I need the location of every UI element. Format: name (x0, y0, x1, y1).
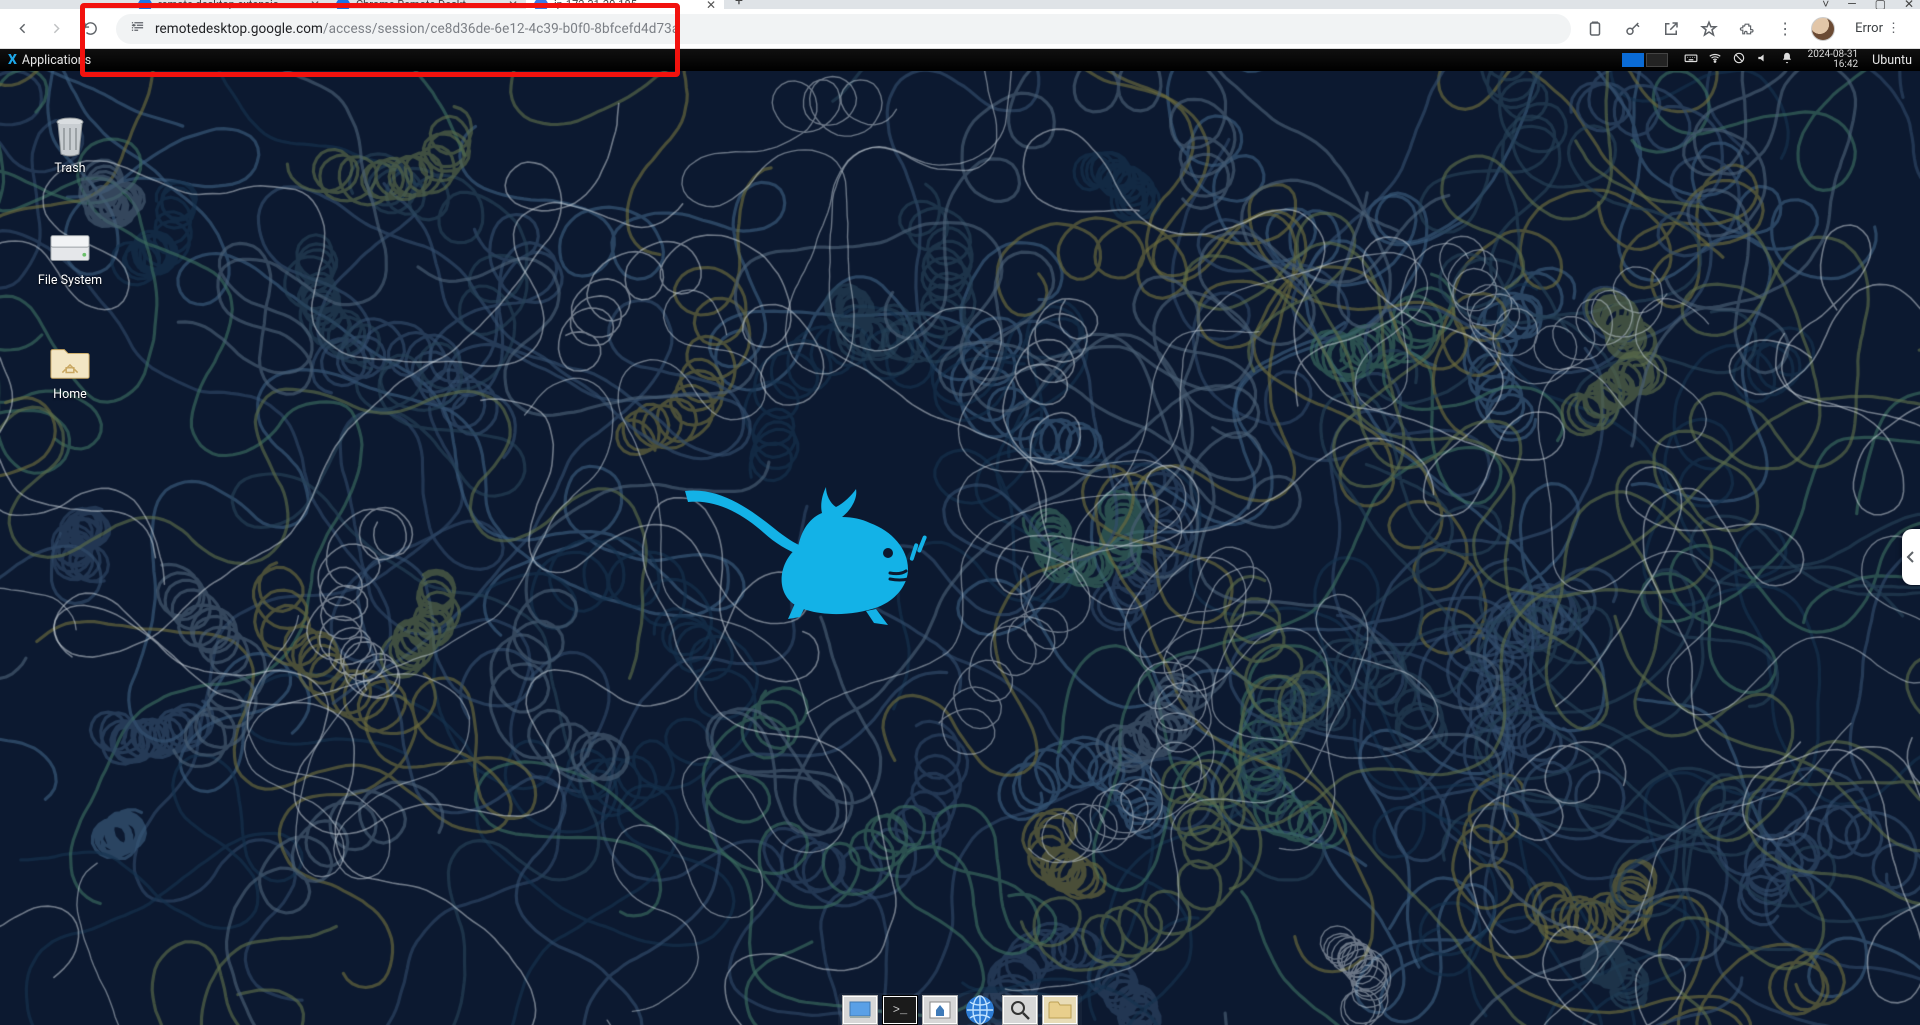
crd-side-panel-handle[interactable] (1902, 529, 1920, 585)
topographic-pattern (0, 49, 1920, 1025)
forward-button[interactable] (42, 15, 70, 43)
clock[interactable]: 2024-08-31 16:42 (1802, 50, 1865, 70)
favicon (336, 0, 350, 9)
tab-title: Chrome Remote Deskt (356, 0, 466, 9)
close-icon[interactable]: ✕ (508, 0, 518, 9)
omnibox[interactable]: remotedesktop.google.com/access/session/… (116, 14, 1571, 44)
applications-menu[interactable]: X Applications (0, 49, 99, 71)
desktop-icon-filesystem[interactable]: File System (28, 229, 112, 288)
xfce-top-panel: X Applications 2024-08-31 16:42 Ubuntu (0, 49, 1920, 71)
bookmark-icon[interactable] (1697, 17, 1721, 41)
xfce-logo-icon: X (8, 52, 17, 68)
volume-icon[interactable] (1756, 51, 1770, 69)
menu-icon[interactable]: ⋮ (1773, 17, 1797, 41)
browser-tab-strip: remote desktop extensio ✕ Chrome Remote … (0, 0, 1920, 9)
extensions-icon[interactable] (1735, 17, 1759, 41)
keyboard-icon[interactable] (1684, 51, 1698, 69)
favicon (138, 0, 152, 9)
toolbar-right: ⋮ Error ⋮ (1583, 17, 1912, 41)
xfce-mouse-logo (680, 469, 940, 629)
dock-web-browser[interactable] (962, 995, 998, 1025)
profile-avatar[interactable] (1811, 17, 1835, 41)
notifications-icon[interactable] (1780, 51, 1794, 69)
desktop-icon-label: Home (53, 387, 87, 402)
network-disabled-icon[interactable] (1732, 51, 1746, 69)
tab-3-active[interactable]: ip-172-31-20-185 ✕ (526, 0, 724, 9)
dock-show-desktop[interactable] (842, 995, 878, 1025)
clipboard-icon[interactable] (1583, 17, 1607, 41)
browser-toolbar: remotedesktop.google.com/access/session/… (0, 9, 1920, 49)
desktop-icon-trash[interactable]: Trash (28, 117, 112, 176)
url-path: /access/session/ce8d36de-6e12-4c39-b0f0-… (323, 21, 679, 37)
tab-title: remote desktop extensio (158, 0, 279, 9)
desktop-icon-label: File System (38, 273, 102, 288)
url-text: remotedesktop.google.com/access/session/… (155, 21, 679, 37)
key-icon[interactable] (1621, 17, 1645, 41)
error-label: Error (1855, 21, 1883, 36)
workspace-1[interactable] (1622, 53, 1644, 67)
clock-time: 16:42 (1808, 60, 1859, 70)
back-button[interactable] (8, 15, 36, 43)
desktop-icon-label: Trash (54, 161, 85, 176)
session-user-label[interactable]: Ubuntu (1864, 53, 1920, 68)
home-folder-icon (49, 343, 91, 383)
url-host: remotedesktop.google.com (155, 21, 323, 37)
site-settings-icon[interactable] (130, 19, 145, 38)
tab-2[interactable]: Chrome Remote Deskt ✕ (328, 0, 526, 9)
tab-1[interactable]: remote desktop extensio ✕ (130, 0, 328, 9)
applications-label: Applications (22, 53, 91, 68)
trash-icon (49, 117, 91, 157)
new-tab-button[interactable]: + (724, 0, 754, 9)
xfce-dock: >_ (838, 993, 1082, 1025)
desktop-icon-home[interactable]: Home (28, 343, 112, 402)
reload-button[interactable] (76, 15, 104, 43)
error-button[interactable]: Error ⋮ (1849, 17, 1906, 40)
drive-icon (49, 229, 91, 269)
favicon (534, 0, 548, 9)
system-tray (1676, 51, 1802, 69)
close-icon[interactable]: ✕ (706, 0, 716, 9)
dock-app-finder[interactable] (1002, 995, 1038, 1025)
dock-terminal[interactable]: >_ (882, 995, 918, 1025)
workspace-switcher[interactable] (1622, 53, 1668, 67)
close-icon[interactable]: ✕ (310, 0, 320, 9)
desktop-wallpaper[interactable]: Trash File System Home (0, 49, 1920, 1025)
tab-title: ip-172-31-20-185 (554, 0, 637, 9)
remote-viewport: Trash File System Home X Applications (0, 49, 1920, 1025)
dock-file-manager[interactable] (922, 995, 958, 1025)
workspace-2[interactable] (1646, 53, 1668, 67)
wifi-icon[interactable] (1708, 51, 1722, 69)
dock-home-folder[interactable] (1042, 995, 1078, 1025)
open-external-icon[interactable] (1659, 17, 1683, 41)
